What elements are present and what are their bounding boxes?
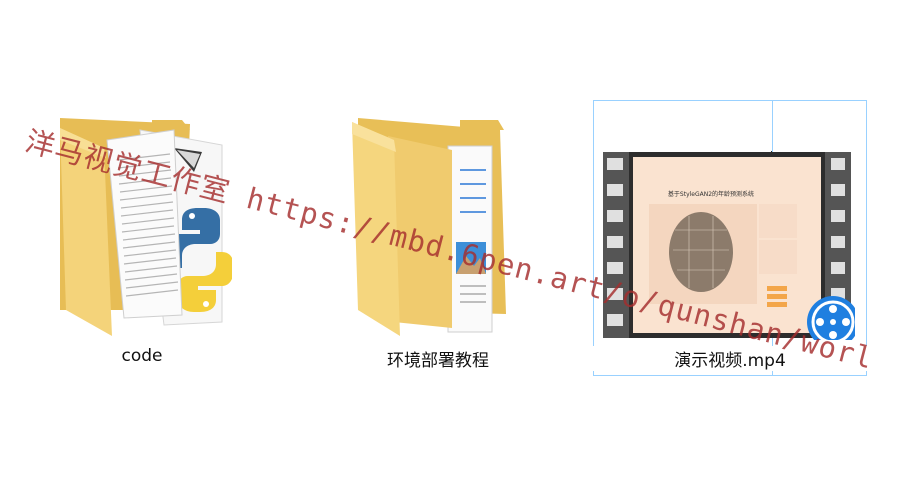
video-file-label: 演示视频.mp4 xyxy=(593,346,867,371)
item-label: code xyxy=(121,346,163,366)
video-player-icon xyxy=(807,296,855,340)
folder-documents-icon xyxy=(348,100,528,340)
file-item-demo-video[interactable]: 基于StyleGAN2的年龄预测系统 xyxy=(593,100,844,376)
video-thumbnail-icon: 基于StyleGAN2的年龄预测系统 xyxy=(594,101,844,341)
folder-item-code[interactable]: code xyxy=(52,100,234,376)
folder-item-deploy-tutorial[interactable]: 环境部署教程 xyxy=(348,100,528,376)
folder-python-icon xyxy=(52,100,234,340)
item-label: 环境部署教程 xyxy=(387,351,489,371)
